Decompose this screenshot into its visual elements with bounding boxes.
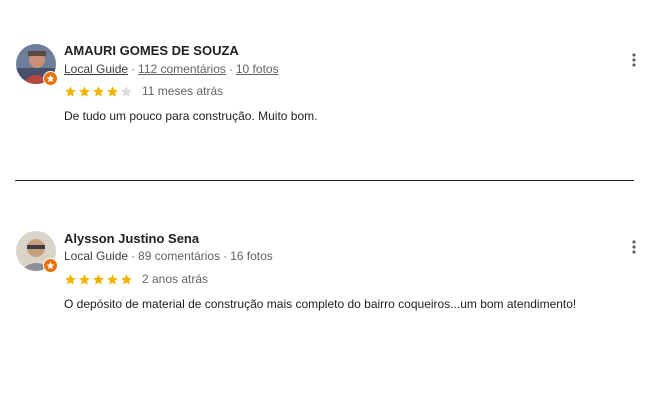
more-options-button[interactable] [624,237,644,257]
meta-separator: · [131,62,136,76]
photos-count[interactable]: 16 fotos [230,249,273,263]
star-rating [64,85,133,98]
review-text: O depósito de material de construção mai… [64,297,577,311]
more-options-button[interactable] [624,50,644,70]
rating-row: 11 meses atrás [64,84,223,98]
star-empty-icon [120,85,133,98]
more-vert-icon [632,53,636,67]
rating-row: 2 anos atrás [64,272,208,286]
star-filled-icon [120,273,133,286]
review-time: 2 anos atrás [142,272,209,286]
meta-separator: · [228,62,233,76]
star-filled-icon [78,85,91,98]
more-vert-icon [632,240,636,254]
reviewer-name[interactable]: AMAURI GOMES DE SOUZA [64,43,239,58]
meta-separator: · [223,249,228,263]
star-filled-icon [106,85,119,98]
star-filled-icon [92,85,105,98]
star-filled-icon [106,273,119,286]
reviewer-name[interactable]: Alysson Justino Sena [64,231,199,246]
reviewer-meta: Local Guide · 112 comentários · 10 fotos [64,62,279,76]
review-text: De tudo um pouco para construção. Muito … [64,109,318,123]
star-filled-icon [92,273,105,286]
avatar[interactable] [16,44,58,86]
reviewer-meta: Local Guide · 89 comentários · 16 fotos [64,249,273,263]
local-guide-label[interactable]: Local Guide [64,62,128,76]
local-guide-badge-icon [43,71,58,86]
avatar[interactable] [16,231,58,273]
review-time: 11 meses atrás [142,84,224,98]
divider [15,180,634,181]
photos-count[interactable]: 10 fotos [236,62,279,76]
meta-separator: · [131,249,136,263]
star-filled-icon [64,273,77,286]
star-rating [64,273,133,286]
comments-count[interactable]: 112 comentários [138,62,226,76]
star-filled-icon [78,273,91,286]
local-guide-label[interactable]: Local Guide [64,249,128,263]
comments-count[interactable]: 89 comentários [138,249,220,263]
local-guide-badge-icon [43,258,58,273]
star-filled-icon [64,85,77,98]
